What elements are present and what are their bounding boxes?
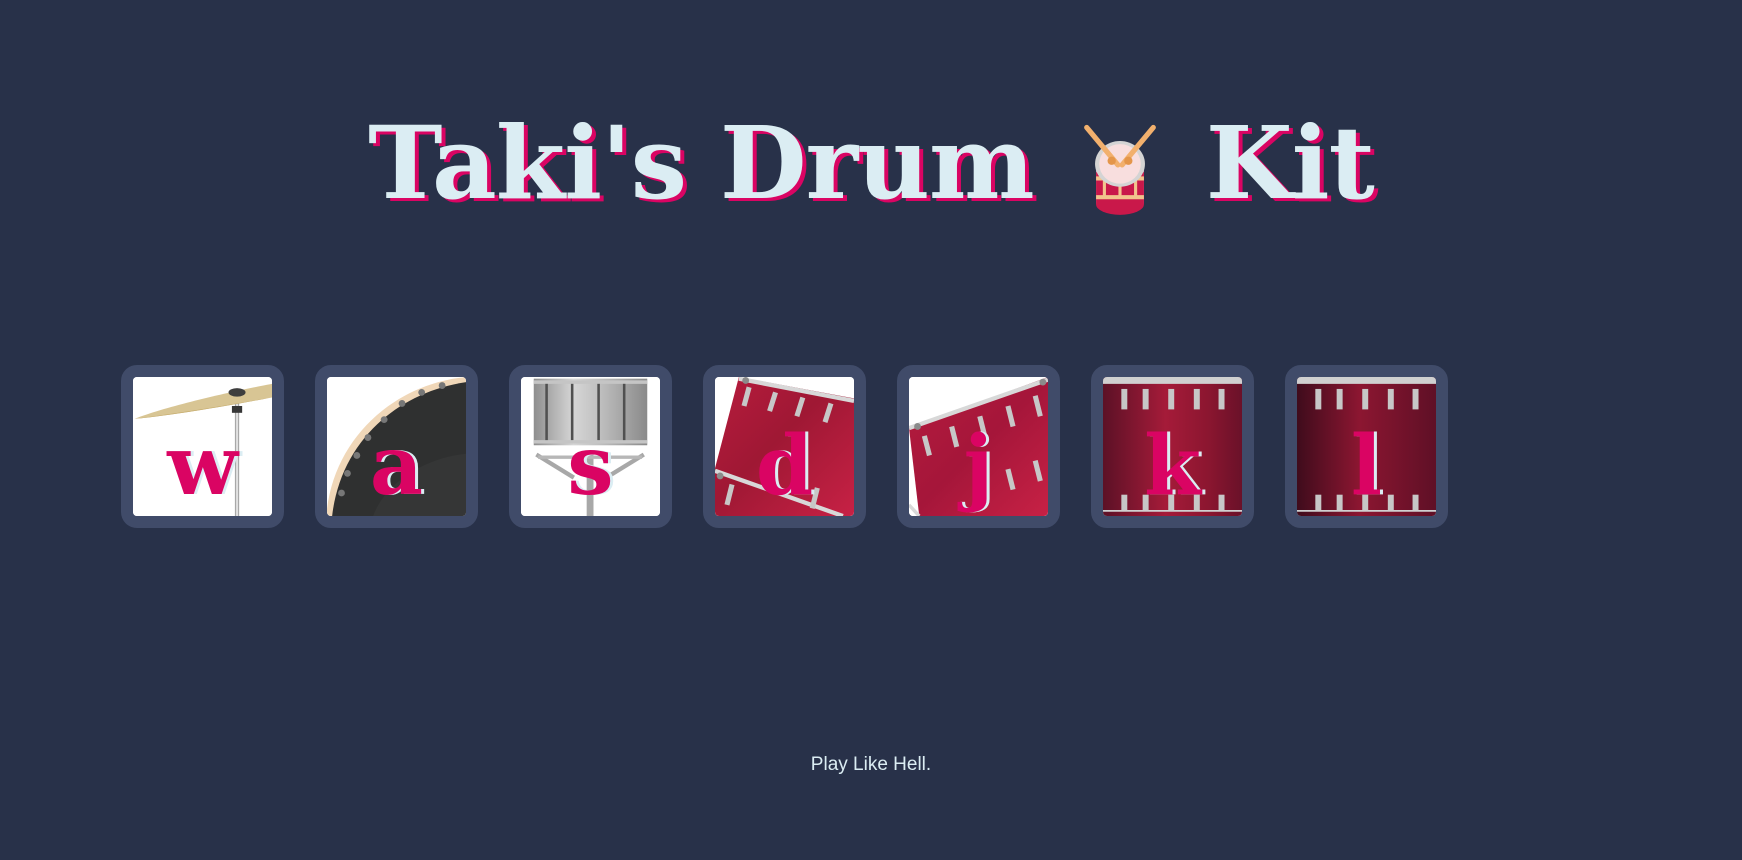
drum-emoji-icon xyxy=(1068,115,1172,219)
footer-tagline: Play Like Hell. xyxy=(810,754,932,775)
drum-key-label: d xyxy=(755,418,814,514)
drum-button-a[interactable]: a xyxy=(315,365,478,528)
drum-key-label: l xyxy=(1350,418,1383,514)
drum-key-label: j xyxy=(963,418,994,514)
page-title: Taki's Drum Kit xyxy=(0,103,1742,223)
drum-button-w[interactable]: w xyxy=(121,365,284,528)
drum-key-label: k xyxy=(1144,418,1201,514)
drum-button-l[interactable]: l xyxy=(1285,365,1448,528)
drum-button-d[interactable]: d xyxy=(703,365,866,528)
drum-button-j[interactable]: j xyxy=(897,365,1060,528)
drum-set: w a s d j k l xyxy=(121,365,1614,551)
drum-button-s[interactable]: s xyxy=(509,365,672,528)
drum-button-k[interactable]: k xyxy=(1091,365,1254,528)
drum-key-label: w xyxy=(167,418,238,514)
drum-key-label: a xyxy=(369,418,424,514)
drum-key-label: s xyxy=(567,418,614,514)
title-text-left: Taki's Drum xyxy=(368,104,1035,222)
title-text-right: Kit xyxy=(1205,104,1375,222)
